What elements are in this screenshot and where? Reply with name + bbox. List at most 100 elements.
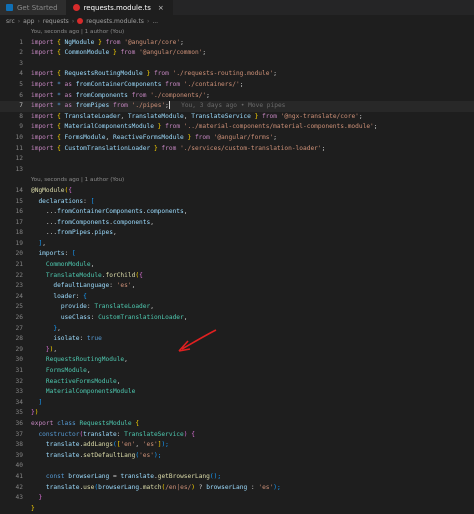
code-token: forChild [105, 271, 136, 279]
code-token: } [31, 504, 35, 512]
code-token: ; [239, 80, 244, 88]
code-token: ; [180, 38, 184, 46]
code-text: CommonModule, [31, 260, 94, 271]
code-text: import { CustomTranslationLoader } from … [31, 144, 325, 155]
code-token: TranslateService [124, 430, 184, 438]
code-text: translate.addLangs(['en', 'es']); [31, 440, 169, 451]
code-line: 26 useClass: CustomTranslationLoader, [0, 313, 474, 324]
code-token: './components/' [150, 91, 207, 99]
line-number: 34 [15, 398, 23, 406]
code-text: const browserLang = translate.getBrowser… [31, 472, 221, 483]
close-icon[interactable]: × [158, 4, 164, 12]
code-line: 18 ...fromPipes.pipes, [0, 228, 474, 239]
code-token: , [131, 282, 136, 290]
code-token: from [165, 123, 181, 131]
code-token: RequestsRoutingModule [64, 70, 143, 78]
breadcrumb-item-symbol[interactable]: ... [152, 18, 158, 25]
code-line: 20 imports: [ [0, 249, 474, 260]
code-text: import * as fromComponents from './compo… [31, 91, 210, 102]
vscode-icon [6, 4, 13, 11]
codelens-author[interactable]: You, seconds ago | 1 author (You) [31, 27, 124, 38]
code-token: getBrowserLang [157, 472, 210, 480]
line-number: 3 [19, 59, 23, 67]
breadcrumb-item-file[interactable]: requests.module.ts [86, 18, 144, 25]
code-token: import [31, 123, 54, 131]
code-line: 12 [0, 154, 474, 165]
breadcrumb-item-app[interactable]: app [23, 18, 34, 25]
code-token: , [135, 441, 143, 449]
line-number: 2 [19, 49, 23, 57]
code-token: ); [153, 451, 162, 459]
code-text: import { FormsModule, ReactiveFormsModul… [31, 133, 277, 144]
code-token: FormsModule [64, 133, 106, 141]
tab-label: requests.module.ts [83, 3, 151, 12]
code-token: 'es' [142, 441, 158, 449]
code-text: MaterialComponentsModule [31, 387, 135, 398]
code-token: { [135, 419, 140, 427]
line-number: 40 [15, 462, 23, 470]
code-token: use [83, 483, 95, 491]
code-token: { [53, 38, 65, 46]
code-text: }) [31, 408, 38, 419]
code-token: translate [120, 472, 154, 480]
breadcrumb-item-requests[interactable]: requests [43, 18, 69, 25]
code-token: : [109, 282, 117, 290]
code-token: loader [53, 292, 76, 300]
tab-get-started[interactable]: Get Started [0, 0, 67, 15]
codelens-author[interactable]: You, seconds ago | 1 author (You) [31, 175, 124, 186]
code-token: TranslateLoader [64, 112, 121, 120]
code-token: './services/custom-translation-loader' [180, 144, 322, 152]
code-line: 38 translate.addLangs(['en', 'es']); [0, 440, 474, 451]
code-token: ; [373, 123, 378, 131]
code-token: from [105, 38, 121, 46]
editor-tab-bar: Get Started requests.module.ts × [0, 0, 474, 15]
line-number: 28 [15, 335, 23, 343]
code-token: isolate [53, 335, 80, 343]
code-token: ... [31, 229, 58, 237]
code-token: from [131, 91, 147, 99]
line-number: 39 [15, 451, 23, 459]
code-token: CustomTranslationLoader [98, 314, 184, 322]
chevron-right-icon: › [146, 17, 150, 25]
code-token: fromContainerComponents [75, 80, 162, 88]
code-text: import { TranslateLoader, TranslateModul… [31, 112, 363, 123]
code-token: CommonModule [64, 49, 110, 57]
code-text: export class RequestsModule { [31, 419, 139, 430]
code-text: ] [31, 398, 42, 409]
angular-icon [77, 18, 84, 24]
line-number: 10 [15, 133, 23, 141]
line-number: 14 [15, 186, 23, 194]
code-line: 24 loader: { [0, 292, 474, 303]
code-text: import * as fromPipes from './pipes'; Yo… [31, 101, 285, 112]
code-line: 33 MaterialComponentsModule [0, 387, 474, 398]
code-line: 39 translate.setDefaultLang('es'); [0, 451, 474, 462]
code-line: 21 CommonModule, [0, 260, 474, 271]
breadcrumb-item-src[interactable]: src [6, 18, 15, 25]
code-token: true [86, 335, 102, 343]
tab-requests-module[interactable]: requests.module.ts × [66, 0, 173, 15]
code-token: fromContainerComponents [57, 208, 143, 216]
code-text: import * as fromContainerComponents from… [31, 80, 243, 91]
line-number: 20 [15, 250, 23, 258]
code-token: } [150, 144, 162, 152]
code-editor[interactable]: You, seconds ago | 1 author (You) 1 impor… [0, 27, 474, 514]
tab-label: Get Started [17, 3, 58, 12]
code-line: 15 declarations: [ [0, 197, 474, 208]
code-text: ...fromContainerComponents.components, [31, 207, 188, 218]
code-token: RequestsRoutingModule [45, 356, 125, 364]
code-token: ; [206, 91, 210, 99]
line-number: 16 [15, 208, 23, 216]
code-text: provide: TranslateLoader, [31, 302, 154, 313]
line-number: 37 [15, 430, 23, 438]
code-token: ReactiveFormsModule [112, 133, 184, 141]
code-token: fromPipes [57, 229, 91, 237]
line-number: 25 [15, 303, 23, 311]
line-number: 27 [15, 324, 23, 332]
code-token: translate [45, 441, 80, 449]
code-token: ); [273, 483, 281, 491]
code-token: * [53, 102, 65, 110]
